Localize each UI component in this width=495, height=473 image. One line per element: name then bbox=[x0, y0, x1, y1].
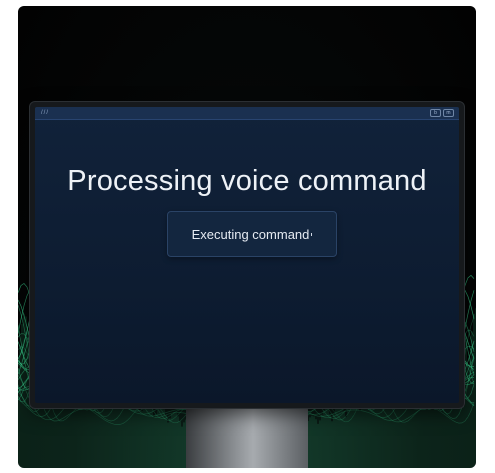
monitor: /// b m Processing voice command Executi… bbox=[30, 102, 464, 408]
cursor-icon bbox=[311, 232, 313, 236]
app-window: /// b m Processing voice command Executi… bbox=[35, 107, 459, 403]
status-text: Executing command bbox=[191, 226, 310, 242]
drag-grip-icon[interactable]: /// bbox=[41, 110, 49, 116]
page-title: Processing voice command bbox=[67, 165, 427, 197]
status-card: Executing command bbox=[167, 211, 337, 257]
window-control-button[interactable]: b bbox=[430, 109, 441, 117]
scene: /// b m Processing voice command Executi… bbox=[18, 6, 476, 468]
monitor-stand bbox=[186, 408, 308, 468]
window-titlebar[interactable]: /// b m bbox=[35, 107, 459, 120]
window-controls: b m bbox=[430, 109, 454, 117]
window-control-button[interactable]: m bbox=[443, 109, 454, 117]
